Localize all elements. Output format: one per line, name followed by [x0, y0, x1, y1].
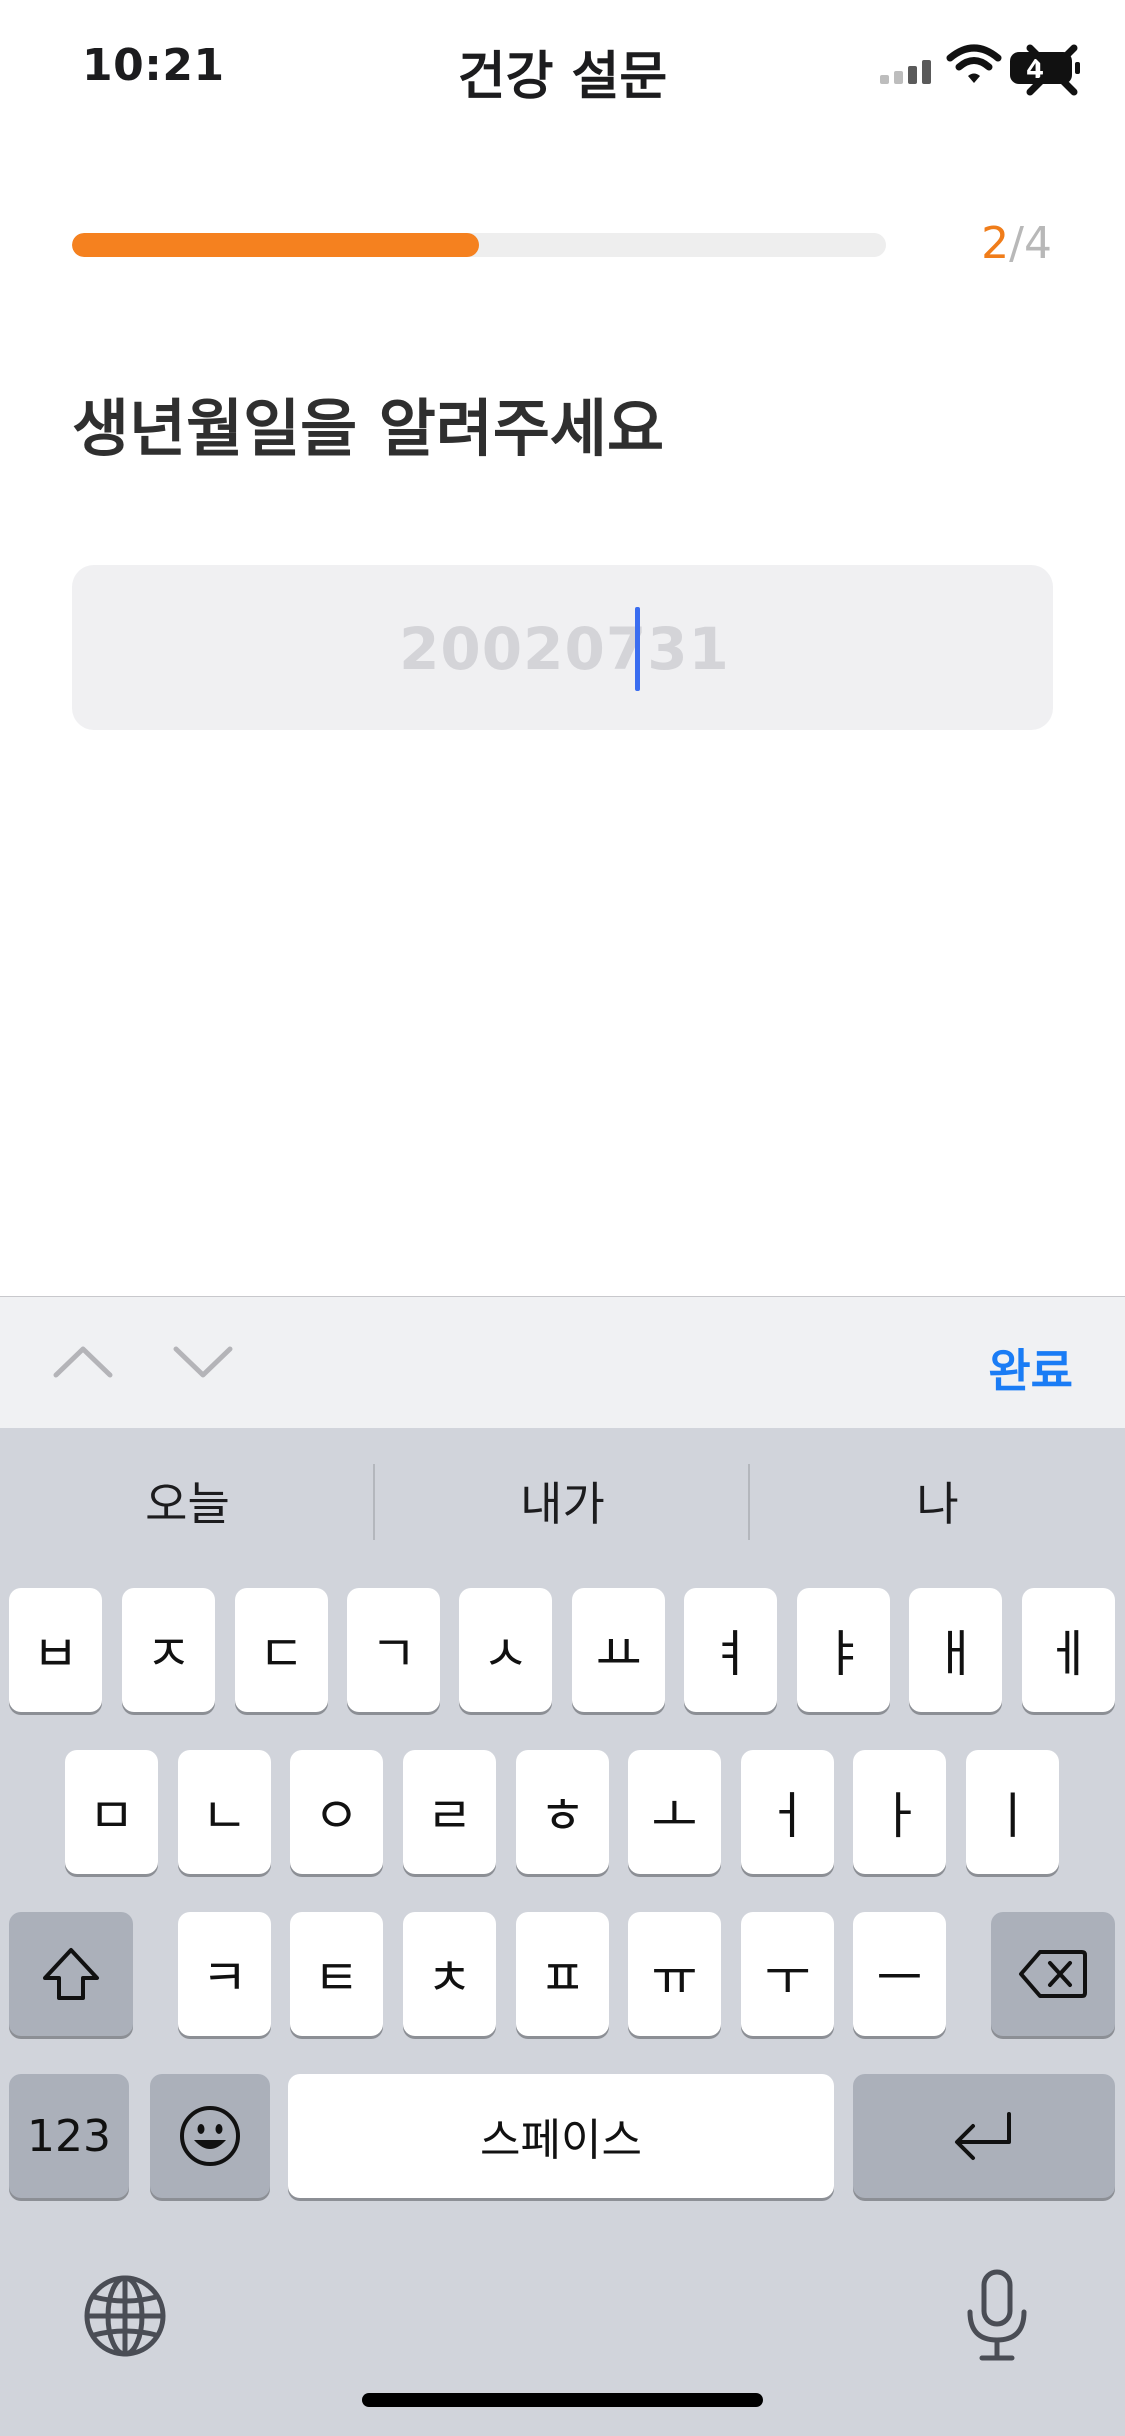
key[interactable]: ㅛ — [572, 1588, 665, 1712]
key[interactable]: ㅠ — [628, 1912, 721, 2036]
question-title: 생년월일을 알려주세요 — [72, 392, 664, 465]
microphone-icon[interactable] — [962, 2268, 1032, 2364]
emoji-key[interactable] — [150, 2074, 270, 2198]
status-bar: 10:21 건강 설문 4 — [0, 0, 1125, 132]
backspace-icon — [1019, 1950, 1087, 1998]
progress-bar — [72, 233, 886, 257]
step-counter: 2/4 — [960, 218, 1052, 269]
key[interactable]: ㅅ — [459, 1588, 552, 1712]
signal-icon — [880, 60, 931, 84]
step-total: 4 — [1024, 218, 1052, 269]
key[interactable]: ㅗ — [628, 1750, 721, 1874]
close-icon[interactable] — [1020, 38, 1084, 102]
step-separator: / — [1009, 218, 1024, 269]
key[interactable]: ㅊ — [403, 1912, 496, 2036]
key[interactable]: ㄹ — [403, 1750, 496, 1874]
key[interactable]: ㄷ — [235, 1588, 328, 1712]
suggestion-1[interactable]: 오늘 — [0, 1468, 375, 1534]
key[interactable]: ㅓ — [741, 1750, 834, 1874]
emoji-icon — [180, 2106, 240, 2166]
key[interactable]: ㅂ — [9, 1588, 102, 1712]
done-button[interactable]: 완료 — [988, 1335, 1073, 1401]
keyboard: 오늘 내가 나 ㅂ ㅈ ㄷ ㄱ ㅅ ㅛ ㅕ ㅑ ㅐ ㅔ ㅁ ㄴ ㅇ ㄹ ㅎ ㅗ … — [0, 1428, 1125, 2436]
suggestion-3[interactable]: 나 — [750, 1468, 1125, 1534]
key[interactable]: ㅁ — [65, 1750, 158, 1874]
numbers-key[interactable]: 123 — [9, 2074, 129, 2198]
home-indicator — [362, 2393, 763, 2407]
progress-fill — [72, 233, 479, 257]
suggestion-bar: 오늘 내가 나 — [0, 1428, 1125, 1578]
suggestion-2[interactable]: 내가 — [375, 1468, 750, 1534]
key[interactable]: ㅍ — [516, 1912, 609, 2036]
key[interactable]: ㅋ — [178, 1912, 271, 2036]
key[interactable]: ㅎ — [516, 1750, 609, 1874]
text-caret — [635, 607, 640, 691]
chevron-up-icon[interactable] — [48, 1327, 118, 1397]
backspace-key[interactable] — [991, 1912, 1115, 2036]
birthdate-field[interactable] — [72, 565, 1057, 732]
key[interactable]: ㅌ — [290, 1912, 383, 2036]
key[interactable]: ㅡ — [853, 1912, 946, 2036]
return-icon — [955, 2112, 1011, 2160]
key[interactable]: ㅏ — [853, 1750, 946, 1874]
shift-key[interactable] — [9, 1912, 133, 2036]
key[interactable]: ㅇ — [290, 1750, 383, 1874]
shift-icon — [43, 1948, 99, 2000]
chevron-down-icon[interactable] — [168, 1327, 238, 1397]
key[interactable]: ㅔ — [1022, 1588, 1115, 1712]
globe-icon[interactable] — [82, 2273, 168, 2359]
wifi-icon — [946, 44, 1002, 83]
return-key[interactable] — [853, 2074, 1115, 2198]
key[interactable]: ㅣ — [966, 1750, 1059, 1874]
key[interactable]: ㅑ — [797, 1588, 890, 1712]
key[interactable]: ㅜ — [741, 1912, 834, 2036]
key[interactable]: ㅈ — [122, 1588, 215, 1712]
key[interactable]: ㅕ — [684, 1588, 777, 1712]
space-key[interactable]: 스페이스 — [288, 2074, 834, 2198]
birthdate-input[interactable] — [72, 565, 1057, 732]
keyboard-accessory-bar: 완료 — [0, 1296, 1125, 1429]
key[interactable]: ㅐ — [909, 1588, 1002, 1712]
step-current: 2 — [981, 218, 1010, 269]
key[interactable]: ㄴ — [178, 1750, 271, 1874]
key[interactable]: ㄱ — [347, 1588, 440, 1712]
